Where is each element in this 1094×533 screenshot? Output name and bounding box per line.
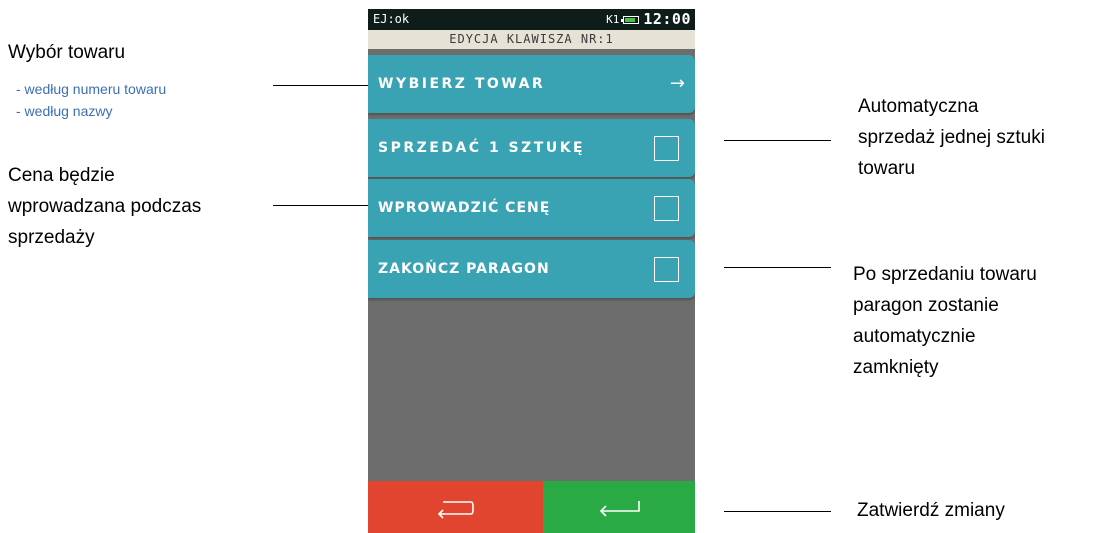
menu-item-label: ZAKOŃCZ PARAGON	[378, 261, 550, 277]
battery-icon	[621, 15, 640, 24]
device-screen: EJ:ok K1 12:00 EDYCJA KLAWISZA NR:1 WYBI…	[368, 9, 695, 533]
annotation-close-receipt: Po sprzedaniu towaru paragon zostanie au…	[853, 259, 1037, 383]
connector-line	[724, 267, 831, 268]
annotation-close-receipt-line: zamknięty	[853, 357, 939, 378]
annotation-auto-sell-line: sprzedaż jednej sztuki	[858, 127, 1045, 148]
ej-status: EJ:ok	[373, 12, 410, 26]
screen-title: EDYCJA KLAWISZA NR:1	[368, 30, 695, 49]
printer-indicator: K1	[606, 13, 620, 26]
annotation-auto-sell-line: towaru	[858, 158, 916, 179]
annotation-auto-sell-line: Automatyczna	[858, 96, 979, 117]
annotation-price-line: Cena będzie	[8, 165, 115, 186]
enter-return-icon	[599, 501, 640, 517]
close-receipt-checkbox[interactable]	[654, 257, 679, 282]
menu-item-label: WPROWADZIĆ CENĘ	[378, 200, 551, 216]
status-bar: EJ:ok K1 12:00	[368, 9, 695, 30]
menu-item-label: SPRZEDAĆ 1 SZTUKĘ	[378, 140, 586, 156]
sell-one-unit-checkbox[interactable]	[654, 136, 679, 161]
connector-line	[273, 85, 368, 86]
annotation-select-product-option: - według numeru towaru	[16, 81, 167, 97]
annotation-price-line: wprowadzana podczas	[8, 196, 202, 217]
annotation-confirm: Zatwierdź zmiany	[857, 500, 1005, 521]
status-right-group: K1 12:00	[606, 9, 691, 30]
back-return-icon	[437, 501, 474, 519]
connector-line	[724, 140, 831, 141]
menu-item-sell-one-unit[interactable]: SPRZEDAĆ 1 SZTUKĘ	[368, 119, 695, 177]
connector-line	[724, 511, 831, 512]
annotation-close-receipt-line: Po sprzedaniu towaru	[853, 264, 1037, 285]
menu-item-label: WYBIERZ TOWAR	[378, 76, 546, 92]
annotation-select-product-option: - według nazwy	[16, 103, 113, 119]
menu-item-close-receipt[interactable]: ZAKOŃCZ PARAGON	[368, 240, 695, 298]
menu-item-enter-price[interactable]: WPROWADZIĆ CENĘ	[368, 179, 695, 237]
annotation-close-receipt-line: automatycznie	[853, 326, 976, 347]
arrow-right-icon: →	[669, 73, 685, 94]
enter-price-checkbox[interactable]	[654, 196, 679, 221]
annotation-price: Cena będzie wprowadzana podczas sprzedaż…	[8, 160, 201, 253]
annotation-close-receipt-line: paragon zostanie	[853, 295, 999, 316]
back-button[interactable]	[368, 481, 543, 533]
annotation-price-line: sprzedaży	[8, 227, 95, 248]
annotation-auto-sell: Automatyczna sprzedaż jednej sztuki towa…	[858, 91, 1045, 184]
confirm-button[interactable]	[543, 481, 695, 533]
menu-item-select-product[interactable]: WYBIERZ TOWAR →	[368, 55, 695, 113]
clock: 12:00	[643, 10, 691, 28]
annotation-select-product-title: Wybór towaru	[8, 42, 126, 63]
connector-line	[273, 205, 368, 206]
battery-fill	[625, 17, 635, 22]
